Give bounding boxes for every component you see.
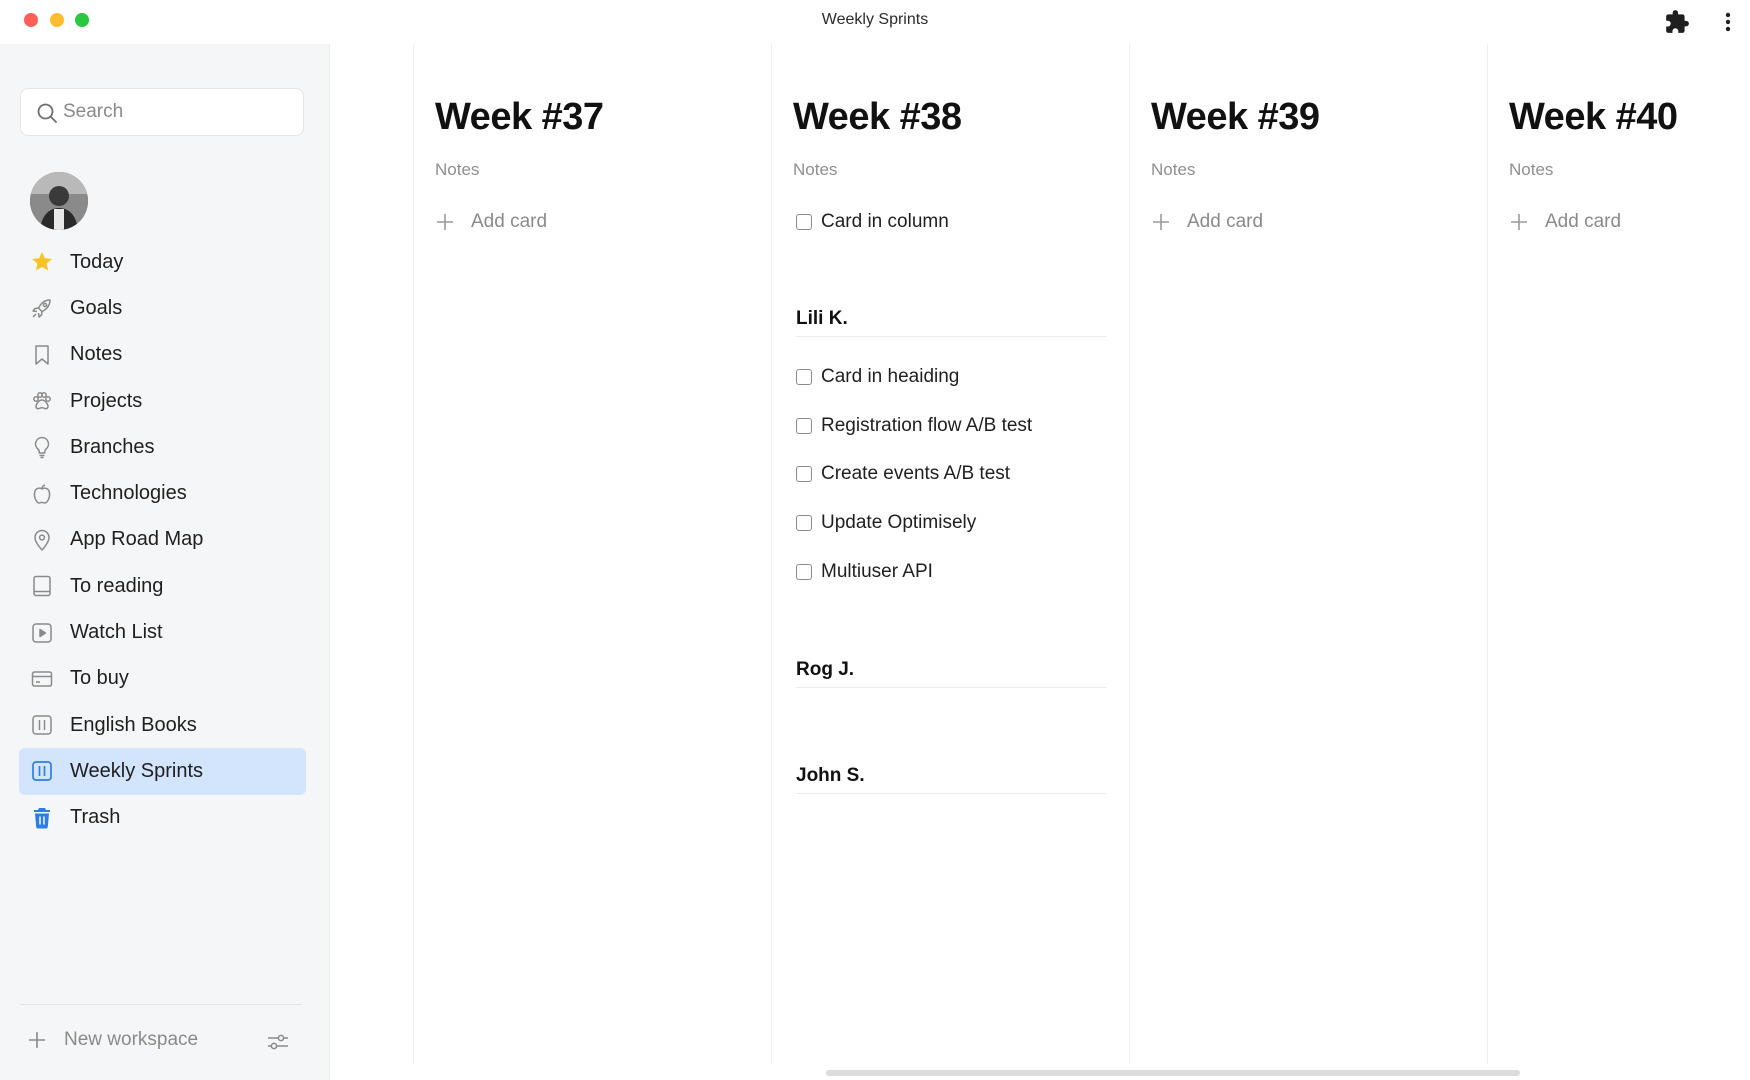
card[interactable]: Card in heaiding: [796, 366, 959, 388]
card-title: Multiuser API: [821, 561, 933, 582]
card-title: Create events A/B test: [821, 463, 1011, 484]
sidebar-item-branches[interactable]: Branches: [19, 424, 306, 470]
play-icon: [29, 620, 55, 646]
new-workspace-button[interactable]: New workspace: [28, 1029, 198, 1051]
sidebar-item-label: Branches: [70, 435, 155, 458]
sidebar-divider: [20, 1004, 302, 1005]
board-column: Week #37 Notes Add card: [414, 44, 754, 1064]
sidebar-item-label: English Books: [70, 713, 197, 736]
card-title: Registration flow A/B test: [821, 415, 1033, 436]
card-checkbox[interactable]: [796, 515, 812, 531]
more-options-icon[interactable]: [1718, 9, 1738, 35]
paw-icon: [29, 388, 55, 414]
rocket-icon: [29, 295, 55, 321]
add-card-button[interactable]: Add card: [435, 211, 547, 233]
card[interactable]: Registration flow A/B test: [796, 415, 1032, 437]
sidebar-item-label: Notes: [70, 343, 123, 366]
window-title: Weekly Sprints: [821, 11, 929, 28]
star-icon: [29, 249, 55, 275]
sidebar-item-label: To reading: [70, 574, 164, 597]
card[interactable]: Multiuser API: [796, 561, 933, 583]
sidebar-item-label: Technologies: [70, 482, 187, 505]
sidebar-item-label: App Road Map: [70, 528, 204, 551]
sidebar-item-to-buy[interactable]: To buy: [19, 656, 306, 702]
extensions-puzzle-icon[interactable]: [1664, 9, 1690, 35]
column-notes[interactable]: Notes: [1151, 160, 1195, 180]
sidebar-item-label: Projects: [70, 389, 143, 412]
sidebar-item-today[interactable]: Today: [19, 239, 306, 285]
sidebar-item-notes[interactable]: Notes: [19, 332, 306, 378]
new-workspace-label: New workspace: [64, 1029, 199, 1050]
column-notes[interactable]: Notes: [435, 160, 479, 180]
board-column: Week #40 Notes Add card: [1488, 44, 1750, 1064]
card-checkbox[interactable]: [796, 466, 812, 482]
sliders-settings-icon[interactable]: [266, 1031, 290, 1058]
card-checkbox[interactable]: [796, 564, 812, 580]
sidebar-item-technologies[interactable]: Technologies: [19, 470, 306, 516]
add-card-button[interactable]: Add card: [1509, 211, 1621, 233]
card-title: Card in column: [821, 211, 949, 232]
add-card-button[interactable]: Add card: [1151, 211, 1263, 233]
horizontal-scrollbar[interactable]: [826, 1070, 1520, 1076]
add-card-label: Add card: [471, 211, 548, 232]
sidebar-item-trash[interactable]: Trash: [19, 795, 306, 841]
card[interactable]: Card in column: [796, 211, 949, 233]
avatar[interactable]: [30, 172, 88, 230]
sidebar-item-projects[interactable]: Projects: [19, 378, 306, 424]
plus-icon: [1511, 214, 1527, 230]
sidebar-item-app-road-map[interactable]: App Road Map: [19, 517, 306, 563]
sidebar-item-label: Weekly Sprints: [70, 759, 204, 782]
card[interactable]: Create events A/B test: [796, 463, 1010, 485]
sidebar: Today Goals Notes Projects Branches: [0, 44, 330, 1080]
plus-icon: [1153, 214, 1169, 230]
sidebar-item-goals[interactable]: Goals: [19, 285, 306, 331]
sidebar-item-watch-list[interactable]: Watch List: [19, 609, 306, 655]
sidebar-item-label: Watch List: [70, 621, 163, 644]
card-checkbox[interactable]: [796, 369, 812, 385]
trash-icon: [29, 805, 55, 831]
title-bar: Weekly Sprints: [0, 0, 1750, 44]
card-title: Update Optimisely: [821, 512, 977, 533]
column-title[interactable]: Week #40: [1509, 96, 1678, 139]
search-box[interactable]: [20, 88, 304, 136]
column-heading[interactable]: Lili K.: [796, 308, 1106, 337]
card-checkbox[interactable]: [796, 214, 812, 230]
card-checkbox[interactable]: [796, 418, 812, 434]
sidebar-item-to-reading[interactable]: To reading: [19, 563, 306, 609]
sidebar-item-label: Today: [70, 250, 124, 273]
apple-icon: [29, 481, 55, 507]
board-column: Week #39 Notes Add card: [1130, 44, 1470, 1064]
column-heading[interactable]: Rog J.: [796, 659, 1106, 688]
column-title[interactable]: Week #39: [1151, 96, 1320, 139]
workspace-nav: Today Goals Notes Projects Branches Tech…: [19, 239, 306, 841]
map-pin-icon: [29, 527, 55, 553]
column-title[interactable]: Week #37: [435, 96, 604, 139]
board-icon: [29, 758, 55, 784]
sidebar-item-weekly-sprints[interactable]: Weekly Sprints: [19, 748, 306, 795]
card[interactable]: Update Optimisely: [796, 512, 976, 534]
column-notes[interactable]: Notes: [1509, 160, 1553, 180]
lightbulb-icon: [29, 434, 55, 460]
board-icon: [29, 712, 55, 738]
sidebar-item-label: Trash: [70, 806, 121, 829]
sidebar-item-label: To buy: [70, 667, 129, 690]
sidebar-item-english-books[interactable]: English Books: [19, 702, 306, 748]
board-column: Week #38 Notes Card in column Lili K. Ca…: [772, 44, 1112, 1064]
credit-card-icon: [29, 666, 55, 692]
add-card-label: Add card: [1187, 211, 1264, 232]
card-title: Card in heaiding: [821, 366, 960, 387]
board: Week #37 Notes Add card Week #38 Notes C…: [331, 44, 1750, 1080]
column-heading[interactable]: John S.: [796, 765, 1106, 794]
plus-icon: [29, 1032, 45, 1048]
book-icon: [29, 573, 55, 599]
add-card-label: Add card: [1545, 211, 1622, 232]
plus-icon: [437, 214, 453, 230]
column-notes[interactable]: Notes: [793, 160, 837, 180]
bookmark-icon: [29, 342, 55, 368]
sidebar-item-label: Goals: [70, 296, 123, 319]
column-title[interactable]: Week #38: [793, 96, 962, 139]
search-icon: [37, 103, 57, 123]
search-input[interactable]: [63, 97, 293, 127]
